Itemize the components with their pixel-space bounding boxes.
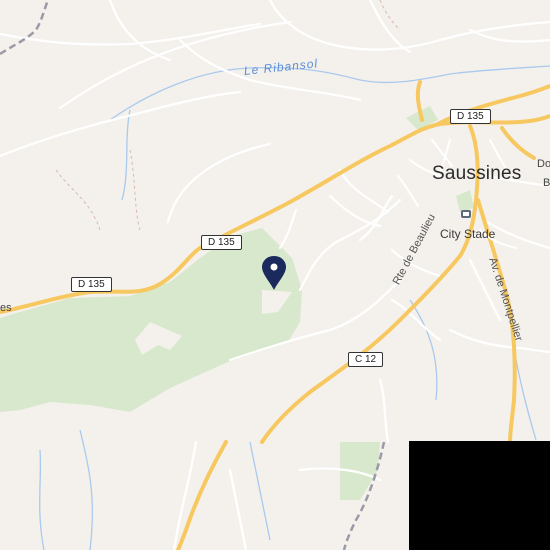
- stadium-icon[interactable]: [461, 210, 471, 218]
- edge-label-right-top: Do: [537, 158, 550, 170]
- town-label[interactable]: Saussines: [432, 163, 521, 185]
- road-shield-c12: C 12: [348, 352, 384, 367]
- road-shield-d135: D 135: [201, 235, 242, 250]
- park-areas: [0, 106, 474, 500]
- edge-label-right-bottom: B: [543, 177, 550, 189]
- road-shield-d135: D 135: [71, 277, 112, 292]
- poi-label[interactable]: City Stade: [440, 227, 495, 241]
- unloaded-tile: [409, 441, 550, 550]
- edge-label-left: es: [0, 302, 12, 314]
- road-shield-d135: D 135: [450, 109, 491, 124]
